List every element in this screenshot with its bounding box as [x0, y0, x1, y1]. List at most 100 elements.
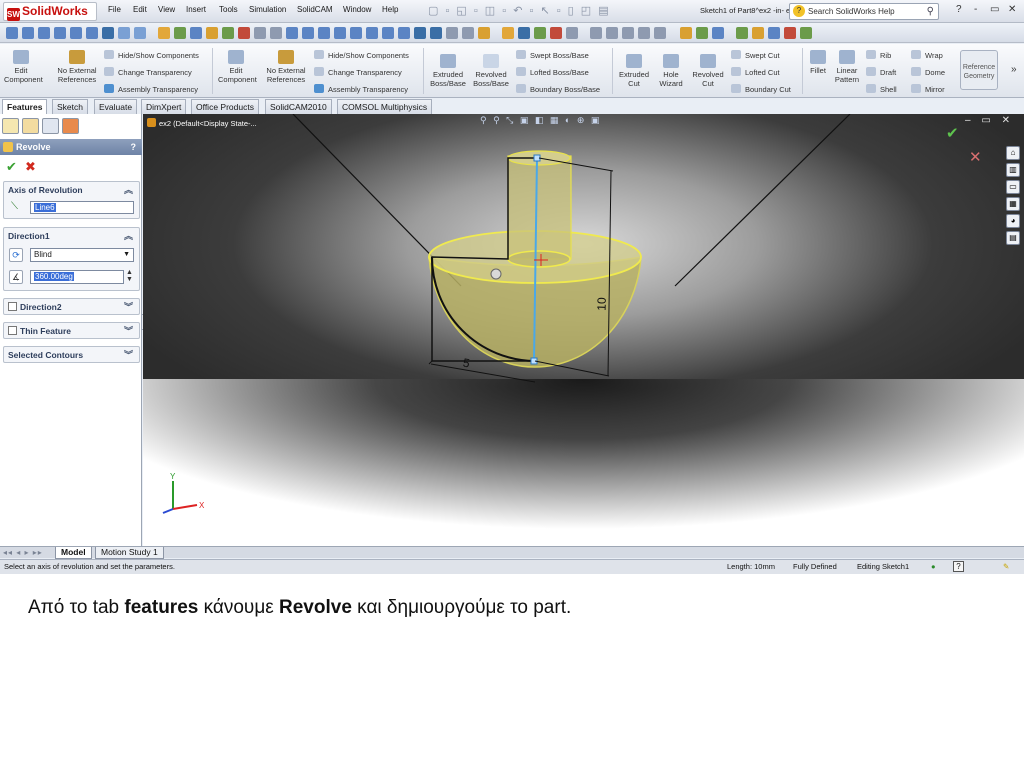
toolbar-icon[interactable] [638, 27, 650, 39]
boundary-boss-base-button[interactable]: Boundary Boss/Base [516, 84, 600, 94]
reference-geometry-button[interactable]: Reference Geometry [960, 50, 998, 90]
extruded-boss-base-button[interactable]: Extruded Boss/Base [426, 54, 470, 88]
edit-component-button[interactable]: Edit Component [4, 50, 43, 84]
configuration-manager-tab-icon[interactable] [42, 118, 59, 134]
design-library-icon[interactable]: ▥ [1006, 163, 1020, 177]
hide-show-components-button-2[interactable]: Hide/Show Components [314, 50, 409, 60]
tab-motion-study-1[interactable]: Motion Study 1 [95, 547, 164, 559]
direction2-checkbox[interactable] [8, 302, 17, 311]
toolbar-icon[interactable] [696, 27, 708, 39]
menu-insert[interactable]: Insert [186, 5, 206, 14]
quick-access-icons[interactable]: ▢ ▫ ◱ ▫ ◫ ▫ ↶ ▫ ↖ ▫ ▯ ◰ ▤ [428, 4, 611, 17]
axis-selection-field[interactable]: Line6 [30, 201, 134, 214]
dome-button[interactable]: Dome [911, 67, 945, 77]
swept-boss-base-button[interactable]: Swept Boss/Base [516, 50, 589, 60]
graphics-viewport[interactable]: 10 5 ex2 (Default<Display State-... ⚲ ⚲ … [143, 114, 1024, 546]
menu-tools[interactable]: Tools [219, 5, 238, 14]
menu-help[interactable]: Help [382, 5, 398, 14]
toolbar-icon[interactable] [462, 27, 474, 39]
edit-component-button-2[interactable]: Edit Component [218, 50, 257, 84]
close-button[interactable]: ✕ [1008, 4, 1016, 15]
change-transparency-button-2[interactable]: Change Transparency [314, 67, 402, 77]
help-button[interactable]: ? [956, 4, 962, 15]
minimize-button[interactable]: - [974, 4, 977, 15]
toolbar-icon[interactable] [680, 27, 692, 39]
revolved-cut-button[interactable]: Revolved Cut [689, 54, 727, 88]
search-input[interactable]: ? Search SolidWorks Help ⚲ [789, 3, 939, 20]
cylinder-body[interactable] [507, 155, 572, 260]
tab-comsol-multiphysics[interactable]: COMSOL Multiphysics [337, 99, 433, 114]
toolbar-icon[interactable] [800, 27, 812, 39]
mirror-button[interactable]: Mirror [911, 84, 945, 94]
expand-chevron-icon[interactable]: ︾ [124, 323, 133, 339]
dimension-height-label[interactable]: 10 [594, 297, 608, 311]
help-icon[interactable]: ? [131, 139, 137, 155]
property-manager-tab-icon[interactable] [22, 118, 39, 134]
toolbar-icon[interactable] [134, 27, 146, 39]
direction1-header[interactable]: Direction1 ︽ [4, 228, 139, 244]
toolbar-icon[interactable] [752, 27, 764, 39]
toolbar-icon[interactable] [334, 27, 346, 39]
toolbar-icon[interactable] [566, 27, 578, 39]
hide-show-components-button[interactable]: Hide/Show Components [104, 50, 199, 60]
menu-view[interactable]: View [158, 5, 175, 14]
expand-chevron-icon[interactable]: ︾ [124, 299, 133, 315]
toolbar-icon[interactable] [302, 27, 314, 39]
end-condition-select[interactable]: Blind ▼ [30, 248, 134, 262]
toolbar-icon[interactable] [102, 27, 114, 39]
assembly-transparency-button[interactable]: Assembly Transparency [104, 84, 198, 94]
assembly-transparency-button-2[interactable]: Assembly Transparency [314, 84, 408, 94]
toolbar-icon[interactable] [6, 27, 18, 39]
toolbar-icon[interactable] [606, 27, 618, 39]
restore-button[interactable]: ▭ [990, 4, 999, 15]
tab-sketch[interactable]: Sketch [52, 99, 88, 114]
linear-pattern-button[interactable]: Linear Pattern [832, 50, 862, 84]
cancel-x-icon[interactable]: ✖ [25, 159, 36, 175]
toolbar-icon[interactable] [22, 27, 34, 39]
shell-button[interactable]: Shell [866, 84, 897, 94]
thin-feature-checkbox[interactable] [8, 326, 17, 335]
confirmation-cancel-icon[interactable]: ✕ [969, 148, 982, 166]
no-external-references-button-2[interactable]: No External References [264, 50, 308, 84]
toolbar-icon[interactable] [414, 27, 426, 39]
toolbar-icon[interactable] [38, 27, 50, 39]
toolbar-icon[interactable] [550, 27, 562, 39]
toolbar-icon[interactable] [118, 27, 130, 39]
toolbar-icon[interactable] [254, 27, 266, 39]
view-palette-icon[interactable]: ▦ [1006, 197, 1020, 211]
toolbar-icon[interactable] [622, 27, 634, 39]
menu-edit[interactable]: Edit [133, 5, 147, 14]
selected-contours-header[interactable]: Selected Contours ︾ [4, 347, 139, 363]
tab-dimxpert[interactable]: DimXpert [141, 99, 187, 114]
extruded-cut-button[interactable]: Extruded Cut [614, 54, 654, 88]
solidworks-logo[interactable]: SW SolidWorks [3, 2, 97, 21]
toolbar-icon[interactable] [286, 27, 298, 39]
axis-of-revolution-header[interactable]: Axis of Revolution ︽ [4, 182, 139, 198]
display-manager-tab-icon[interactable] [62, 118, 79, 134]
search-icon[interactable]: ⚲ [927, 4, 934, 19]
toolbar-icon[interactable] [712, 27, 724, 39]
appearances-icon[interactable]: ◕ [1006, 214, 1020, 228]
toolbar-icon[interactable] [318, 27, 330, 39]
menu-file[interactable]: File [108, 5, 121, 14]
menu-simulation[interactable]: Simulation [249, 5, 286, 14]
toolbar-icon[interactable] [446, 27, 458, 39]
tags-icon[interactable]: ✎ [1003, 560, 1009, 574]
rebuild-icon[interactable]: ● [931, 560, 936, 574]
toolbar-icon[interactable] [86, 27, 98, 39]
toolbar-icon[interactable] [350, 27, 362, 39]
toolbar-icon[interactable] [206, 27, 218, 39]
confirmation-ok-icon[interactable]: ✔ [946, 124, 959, 142]
tab-features[interactable]: Features [2, 99, 48, 114]
tab-solidcam2010[interactable]: SolidCAM2010 [265, 99, 332, 114]
toolbar-icon[interactable] [54, 27, 66, 39]
swept-cut-button[interactable]: Swept Cut [731, 50, 780, 60]
fillet-button[interactable]: Fillet [805, 50, 831, 75]
menu-solidcam[interactable]: SolidCAM [297, 5, 333, 14]
toolbar-icon[interactable] [736, 27, 748, 39]
angle-spinner[interactable]: ▲ ▼ [126, 269, 133, 283]
viewport-window-controls[interactable]: – ▭ ✕ [965, 115, 1014, 126]
toolbar-icon[interactable] [270, 27, 282, 39]
boundary-cut-button[interactable]: Boundary Cut [731, 84, 791, 94]
toolbar-icon[interactable] [654, 27, 666, 39]
